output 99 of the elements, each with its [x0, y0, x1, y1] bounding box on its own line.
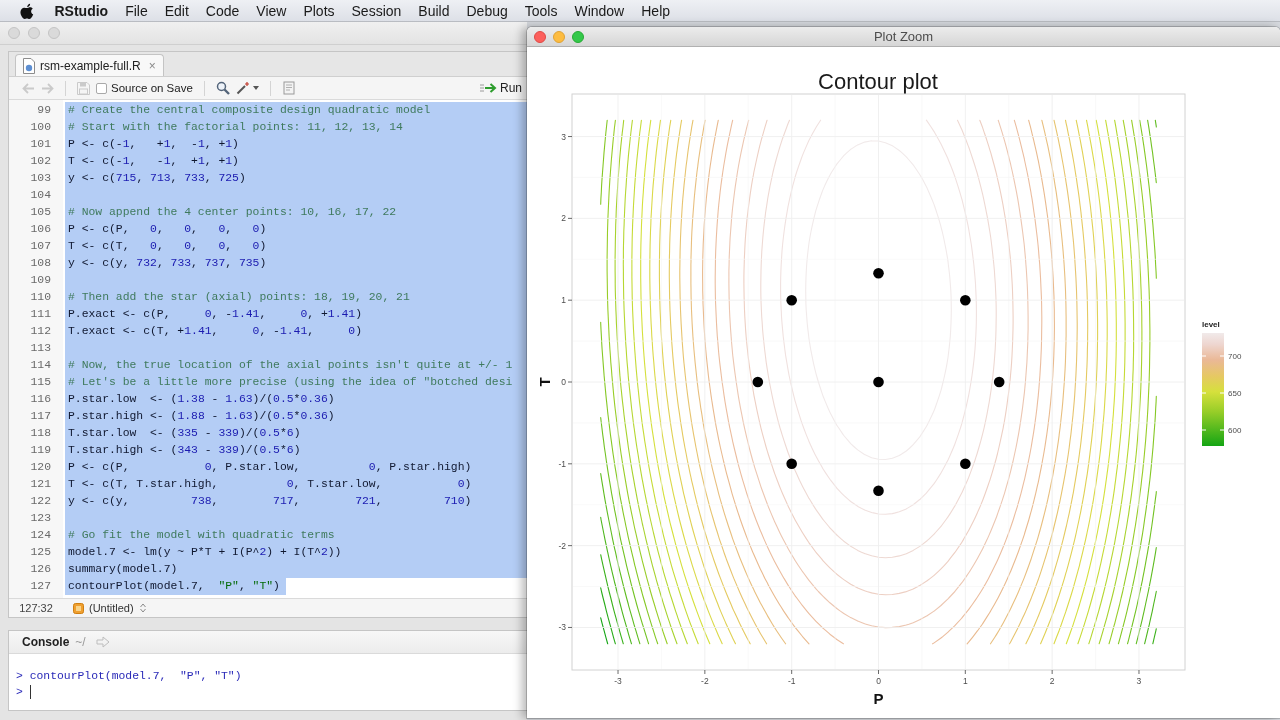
line-number: 109 — [29, 273, 51, 288]
apple-icon[interactable] — [20, 2, 34, 19]
data-point — [960, 458, 971, 470]
line-number: 116 — [29, 392, 51, 407]
data-point — [752, 376, 764, 388]
data-point — [873, 376, 884, 388]
data-point — [873, 485, 884, 497]
close-button[interactable] — [534, 30, 546, 43]
line-number: 102 — [29, 154, 51, 169]
directory-path: ~/ — [75, 635, 86, 649]
menu-item[interactable]: RStudio — [46, 2, 117, 19]
arrow-icon[interactable] — [95, 636, 110, 648]
line-number: 127 — [29, 579, 51, 594]
tick-label: 0 — [876, 676, 881, 686]
close-button[interactable] — [8, 27, 20, 39]
pane-title[interactable]: Console — [22, 635, 70, 649]
tick-label: -1 — [558, 458, 566, 469]
menu-item[interactable]: Debug — [458, 2, 517, 19]
menu-item[interactable]: Help — [632, 2, 679, 19]
menu-item[interactable]: Session — [343, 2, 410, 19]
minimize-button[interactable] — [28, 27, 40, 39]
minimize-button[interactable] — [553, 30, 565, 43]
axis-title: T — [536, 377, 553, 387]
menu-item[interactable]: View — [247, 2, 295, 19]
data-point — [960, 294, 971, 306]
legend-title: level — [1202, 320, 1220, 329]
tick-label: 1 — [561, 295, 566, 306]
wand-icon[interactable] — [235, 81, 250, 95]
line-number: 122 — [29, 494, 51, 509]
line-number: 103 — [29, 171, 51, 186]
data-point — [873, 267, 884, 279]
line-number: 104 — [29, 188, 51, 203]
search-icon[interactable] — [215, 81, 230, 95]
window-title: Plot Zoom — [873, 29, 934, 44]
square-icon — [73, 602, 84, 614]
checkbox-label[interactable]: Source on Save — [111, 82, 193, 94]
line-number: 110 — [29, 290, 51, 305]
checkbox[interactable] — [96, 82, 107, 94]
line-number: 119 — [29, 443, 51, 458]
cursor-position: 127:32 — [18, 602, 54, 614]
line-number: 100 — [29, 120, 51, 135]
line-number: 125 — [29, 545, 51, 560]
tick-label: -3 — [614, 676, 622, 686]
data-point — [786, 458, 797, 470]
scope-label[interactable]: (Untitled) — [89, 602, 134, 614]
line-number: 112 — [29, 324, 51, 339]
console-prompt: > — [16, 669, 23, 684]
line-number: 105 — [29, 205, 51, 220]
line-number: 111 — [29, 307, 51, 322]
line-number: 106 — [29, 222, 51, 237]
run-button[interactable]: Run — [475, 81, 527, 95]
line-number: 113 — [29, 341, 51, 356]
line-number: 107 — [29, 239, 51, 254]
menu-item[interactable]: Build — [409, 2, 458, 19]
menu-item[interactable]: Edit — [156, 2, 198, 19]
line-number: 120 — [29, 460, 51, 475]
legend-label: 650 — [1228, 389, 1242, 398]
axis-title: P — [873, 690, 884, 707]
chart-title: Contour plot — [818, 69, 938, 94]
file-icon — [22, 57, 36, 74]
menu-item[interactable]: Plots — [294, 2, 344, 19]
line-number: 99 — [36, 103, 51, 118]
line-number: 121 — [29, 477, 51, 492]
line-number: 123 — [29, 511, 51, 526]
line-number: 108 — [29, 256, 51, 271]
tick-label: 3 — [1136, 676, 1142, 686]
menu-item[interactable]: Tools — [516, 2, 566, 19]
line-number: 126 — [29, 562, 51, 577]
line-number: 115 — [29, 375, 51, 390]
line-number: 118 — [29, 426, 51, 441]
maximize-button[interactable] — [48, 27, 60, 39]
menu-item[interactable]: Code — [197, 2, 248, 19]
tick-label: -3 — [558, 622, 566, 633]
maximize-button[interactable] — [572, 30, 584, 43]
menu-item[interactable]: Window — [565, 2, 633, 19]
tick-label: 2 — [561, 213, 566, 224]
tick-label: 1 — [962, 676, 968, 686]
line-number: 101 — [29, 137, 51, 152]
console-prompt: > — [16, 685, 23, 700]
menu-item[interactable]: File — [116, 2, 157, 19]
caret-icon[interactable] — [252, 85, 259, 91]
tick-label: 3 — [561, 131, 566, 142]
line-number: 117 — [29, 409, 51, 424]
line-number: 114 — [29, 358, 51, 373]
legend-label: 700 — [1228, 352, 1242, 361]
console-command: contourPlot(model.7, "P", "T") — [29, 669, 242, 684]
tick-label: -2 — [701, 676, 709, 686]
caret-icon[interactable] — [139, 603, 146, 613]
legend-label: 600 — [1228, 426, 1242, 435]
tick-label: 2 — [1049, 676, 1055, 686]
tick-label: -2 — [558, 540, 566, 551]
line-number: 124 — [29, 528, 51, 543]
arrow-icon — [479, 82, 497, 94]
file-tab[interactable]: rsm-example-full.R × — [15, 54, 164, 76]
tick-label: -1 — [787, 676, 796, 686]
data-point — [786, 294, 797, 306]
data-point — [993, 376, 1005, 388]
tick-label: 0 — [561, 377, 566, 387]
page-icon[interactable] — [281, 81, 296, 95]
